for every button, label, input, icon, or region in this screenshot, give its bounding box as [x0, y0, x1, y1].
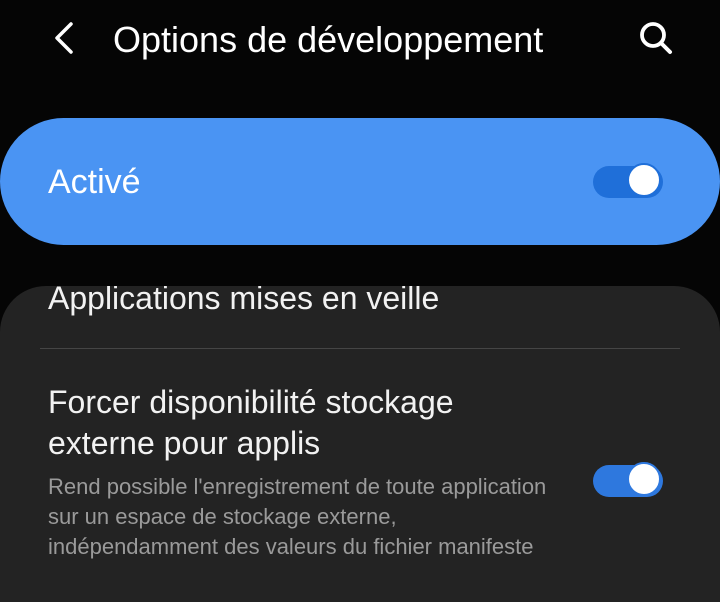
search-icon — [638, 20, 674, 61]
master-switch-label: Activé — [48, 163, 141, 201]
search-button[interactable] — [630, 14, 682, 66]
developer-options-screen: Options de développement Activé Applicat… — [0, 0, 720, 602]
app-header: Options de développement — [0, 0, 720, 82]
settings-list: Applications mises en veille Forcer disp… — [0, 286, 720, 602]
list-item-force-external-storage[interactable]: Forcer disponibilité stockage externe po… — [0, 376, 720, 596]
back-button[interactable] — [40, 14, 88, 66]
master-switch-card[interactable]: Activé — [0, 118, 720, 245]
page-title: Options de développement — [113, 19, 544, 60]
divider — [40, 348, 680, 349]
force-storage-toggle-switch[interactable] — [593, 462, 665, 500]
master-toggle-switch[interactable] — [593, 163, 665, 201]
setting-description: Rend possible l'enregistrement de toute … — [48, 474, 547, 559]
list-item-applications-sleep[interactable]: Applications mises en veille — [48, 286, 439, 318]
chevron-left-icon — [52, 20, 76, 61]
setting-title: Forcer disponibilité stockage externe po… — [48, 384, 454, 461]
toggle-knob — [627, 462, 661, 496]
toggle-knob — [627, 163, 661, 197]
